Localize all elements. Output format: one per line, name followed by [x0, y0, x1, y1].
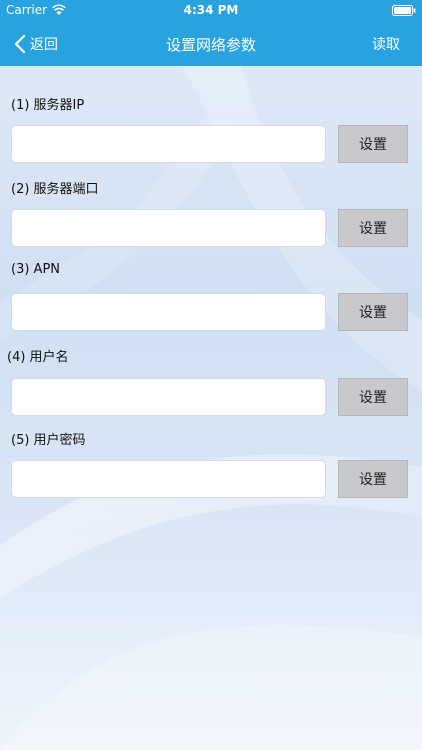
- password-input[interactable]: [11, 460, 326, 498]
- status-time: 4:34 PM: [183, 3, 239, 17]
- username-label: (4) 用户名: [7, 350, 69, 365]
- apn-label: (3) APN: [11, 262, 61, 277]
- password-label: (5) 用户密码: [11, 433, 86, 448]
- set-server-ip-button[interactable]: 设置: [338, 125, 408, 163]
- set-server-port-button[interactable]: 设置: [338, 209, 408, 247]
- server-ip-input[interactable]: [11, 125, 326, 163]
- set-apn-button[interactable]: 设置: [338, 293, 408, 331]
- status-bar: Carrier 4:34 PM: [0, 0, 422, 22]
- set-username-button[interactable]: 设置: [338, 378, 408, 416]
- server-port-label: (2) 服务器端口: [11, 182, 99, 197]
- battery-icon: [392, 5, 416, 16]
- navigation-bar: 返回 设置网络参数 读取: [0, 22, 422, 66]
- page-title: 设置网络参数: [165, 36, 256, 54]
- apn-input[interactable]: [11, 293, 326, 331]
- server-ip-label: (1) 服务器IP: [11, 98, 85, 113]
- read-button[interactable]: 读取: [372, 34, 400, 54]
- username-input[interactable]: [11, 378, 326, 416]
- set-password-button[interactable]: 设置: [338, 460, 408, 498]
- screen: Carrier 4:34 PM 返回 设置网络参数 读取 (1) 服务器IP 设…: [0, 0, 422, 750]
- server-port-input[interactable]: [11, 209, 326, 247]
